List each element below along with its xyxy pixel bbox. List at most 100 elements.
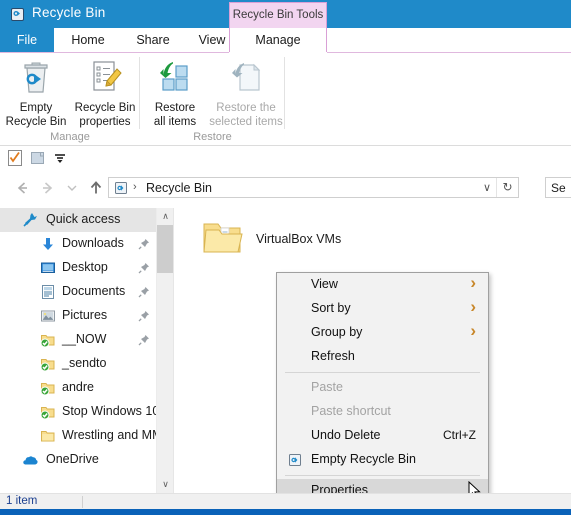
pictures-icon xyxy=(40,308,56,324)
up-button[interactable] xyxy=(86,178,106,198)
menu-item-sort-by[interactable]: Sort by › xyxy=(277,297,488,321)
pin-icon[interactable] xyxy=(138,334,150,346)
recycle-bin-properties-label: Recycle Bin properties xyxy=(72,101,138,129)
restore-selected-items-icon xyxy=(226,57,266,100)
scroll-down-icon[interactable]: ∨ xyxy=(157,476,174,493)
onedrive-icon xyxy=(22,452,38,468)
title-bar: Recycle Bin Recycle Bin Tools xyxy=(0,0,571,28)
folder-icon xyxy=(200,218,246,260)
restore-all-items-label-line2: all items xyxy=(153,116,197,128)
sidebar-item-desktop[interactable]: Desktop xyxy=(0,256,156,280)
pin-icon[interactable] xyxy=(138,286,150,298)
window-title: Recycle Bin xyxy=(32,5,106,20)
sidebar-item-stop-windows-10-qu[interactable]: Stop Windows 10 qu xyxy=(0,400,156,424)
sidebar-item-label: OneDrive xyxy=(46,452,99,466)
downloads-icon xyxy=(40,236,56,252)
empty-recycle-bin-label-line2: Recycle Bin xyxy=(5,116,67,128)
ribbon-group-separator xyxy=(284,57,285,129)
breadcrumb-recycle-bin[interactable]: Recycle Bin xyxy=(146,181,212,195)
menu-item-label: View xyxy=(311,277,338,291)
menu-item-group-by[interactable]: Group by › xyxy=(277,321,488,345)
sidebar-item-label: __NOW xyxy=(62,332,107,346)
search-input[interactable]: Se xyxy=(545,177,571,198)
menu-item-shortcut: Ctrl+Z xyxy=(443,428,476,442)
sidebar-item-label: andre xyxy=(62,380,94,394)
breadcrumb-separator[interactable]: › xyxy=(133,181,137,193)
sidebar-item-documents[interactable]: Documents xyxy=(0,280,156,304)
refresh-button[interactable]: ↻ xyxy=(496,178,518,197)
contextual-tab-banner: Recycle Bin Tools xyxy=(229,2,327,28)
ribbon-group-restore: Restore all items Restore the selected i… xyxy=(140,53,285,145)
tab-file[interactable]: File xyxy=(0,28,54,53)
empty-recycle-bin-label-line1: Empty xyxy=(19,102,53,114)
pin-icon[interactable] xyxy=(138,310,150,322)
sidebar-item-sendto[interactable]: _sendto xyxy=(0,352,156,376)
tab-share[interactable]: Share xyxy=(122,28,184,53)
new-folder-qat-icon[interactable] xyxy=(29,149,47,170)
recycle-bin-properties-icon xyxy=(85,57,125,100)
sidebar-item-label: Stop Windows 10 qu xyxy=(62,404,156,418)
menu-item-label: Paste shortcut xyxy=(311,404,391,418)
address-input[interactable]: › Recycle Bin ∨ ↻ xyxy=(108,177,519,198)
sidebar-item-label: Documents xyxy=(62,284,126,298)
forward-button[interactable] xyxy=(38,178,58,198)
chevron-down-icon[interactable]: ∨ xyxy=(483,181,491,194)
ribbon-group-restore-label: Restore xyxy=(193,131,232,143)
sidebar-item-label: Pictures xyxy=(62,308,108,322)
menu-item-label: Refresh xyxy=(311,349,355,363)
recycle-bin-icon xyxy=(113,180,129,196)
sidebar-item-label: _sendto xyxy=(62,356,107,370)
restore-all-items-label-line1: Restore xyxy=(154,102,196,114)
menu-item-label: Group by xyxy=(311,325,363,339)
contextual-tab-banner-label: Recycle Bin Tools xyxy=(232,9,324,21)
pin-icon[interactable] xyxy=(138,262,150,274)
ribbon-group-manage-label: Manage xyxy=(50,131,90,143)
status-bar: 1 item xyxy=(0,493,571,510)
sidebar-item-onedrive[interactable]: OneDrive xyxy=(0,448,156,472)
search-placeholder: Se xyxy=(551,181,566,195)
pin-icon[interactable] xyxy=(138,238,150,250)
scrollbar-thumb[interactable] xyxy=(157,225,174,273)
back-button[interactable] xyxy=(12,178,32,198)
menu-item-refresh[interactable]: Refresh xyxy=(277,345,488,369)
restore-selected-items-label-line1: Restore the xyxy=(216,102,276,114)
sidebar-item-pictures[interactable]: Pictures xyxy=(0,304,156,328)
sidebar-item-downloads[interactable]: Downloads xyxy=(0,232,156,256)
desktop-icon xyxy=(40,260,56,276)
sidebar-item-label: Quick access xyxy=(46,212,121,226)
context-menu[interactable]: View › Sort by › Group by › Refresh Paste Paste … xyxy=(276,272,489,503)
tab-home[interactable]: Home xyxy=(54,28,122,53)
chevron-right-icon: › xyxy=(470,321,476,340)
taskbar xyxy=(0,509,571,515)
menu-item-view[interactable]: View › xyxy=(277,273,488,297)
documents-icon xyxy=(40,284,56,300)
menu-item-undo-delete[interactable]: Undo Delete Ctrl+Z xyxy=(277,424,488,448)
list-item[interactable]: VirtualBox VMs xyxy=(200,218,400,272)
navigation-pane-scrollbar[interactable]: ∧ ∨ xyxy=(156,208,174,493)
file-explorer-window: Recycle Bin Recycle Bin Tools File Home … xyxy=(0,0,571,515)
customize-qat-dropdown[interactable] xyxy=(52,151,68,168)
folder-synced-icon xyxy=(40,404,56,420)
restore-selected-items-label: Restore the selected items xyxy=(208,101,284,129)
menu-separator xyxy=(285,475,480,476)
menu-item-label: Paste xyxy=(311,380,343,394)
sidebar-item-label: Wrestling and MMA xyxy=(62,428,156,442)
sidebar-item-now[interactable]: __NOW xyxy=(0,328,156,352)
ribbon: Empty Recycle Bin Recycle Bin properties… xyxy=(0,53,571,146)
sidebar-item-quick-access[interactable]: Quick access xyxy=(0,208,156,232)
empty-recycle-bin-label: Empty Recycle Bin xyxy=(4,101,68,129)
menu-separator xyxy=(285,372,480,373)
sidebar-item-andre[interactable]: andre xyxy=(0,376,156,400)
chevron-right-icon: › xyxy=(470,297,476,316)
sidebar-item-label: Downloads xyxy=(62,236,124,250)
properties-qat-icon[interactable] xyxy=(6,149,24,170)
recycle-bin-icon xyxy=(287,452,303,468)
sidebar-item-wrestling-and-mma[interactable]: Wrestling and MMA xyxy=(0,424,156,448)
recent-locations-button[interactable] xyxy=(62,178,82,198)
recycle-bin-icon xyxy=(9,5,26,22)
tab-manage[interactable]: Manage xyxy=(229,28,327,54)
navigation-pane: Quick access Downloads Desktop Documents Pic… xyxy=(0,208,156,493)
ribbon-tab-strip: File Home Share View Manage xyxy=(0,28,571,54)
menu-item-empty-recycle-bin[interactable]: Empty Recycle Bin xyxy=(277,448,488,472)
scroll-up-icon[interactable]: ∧ xyxy=(157,208,174,225)
